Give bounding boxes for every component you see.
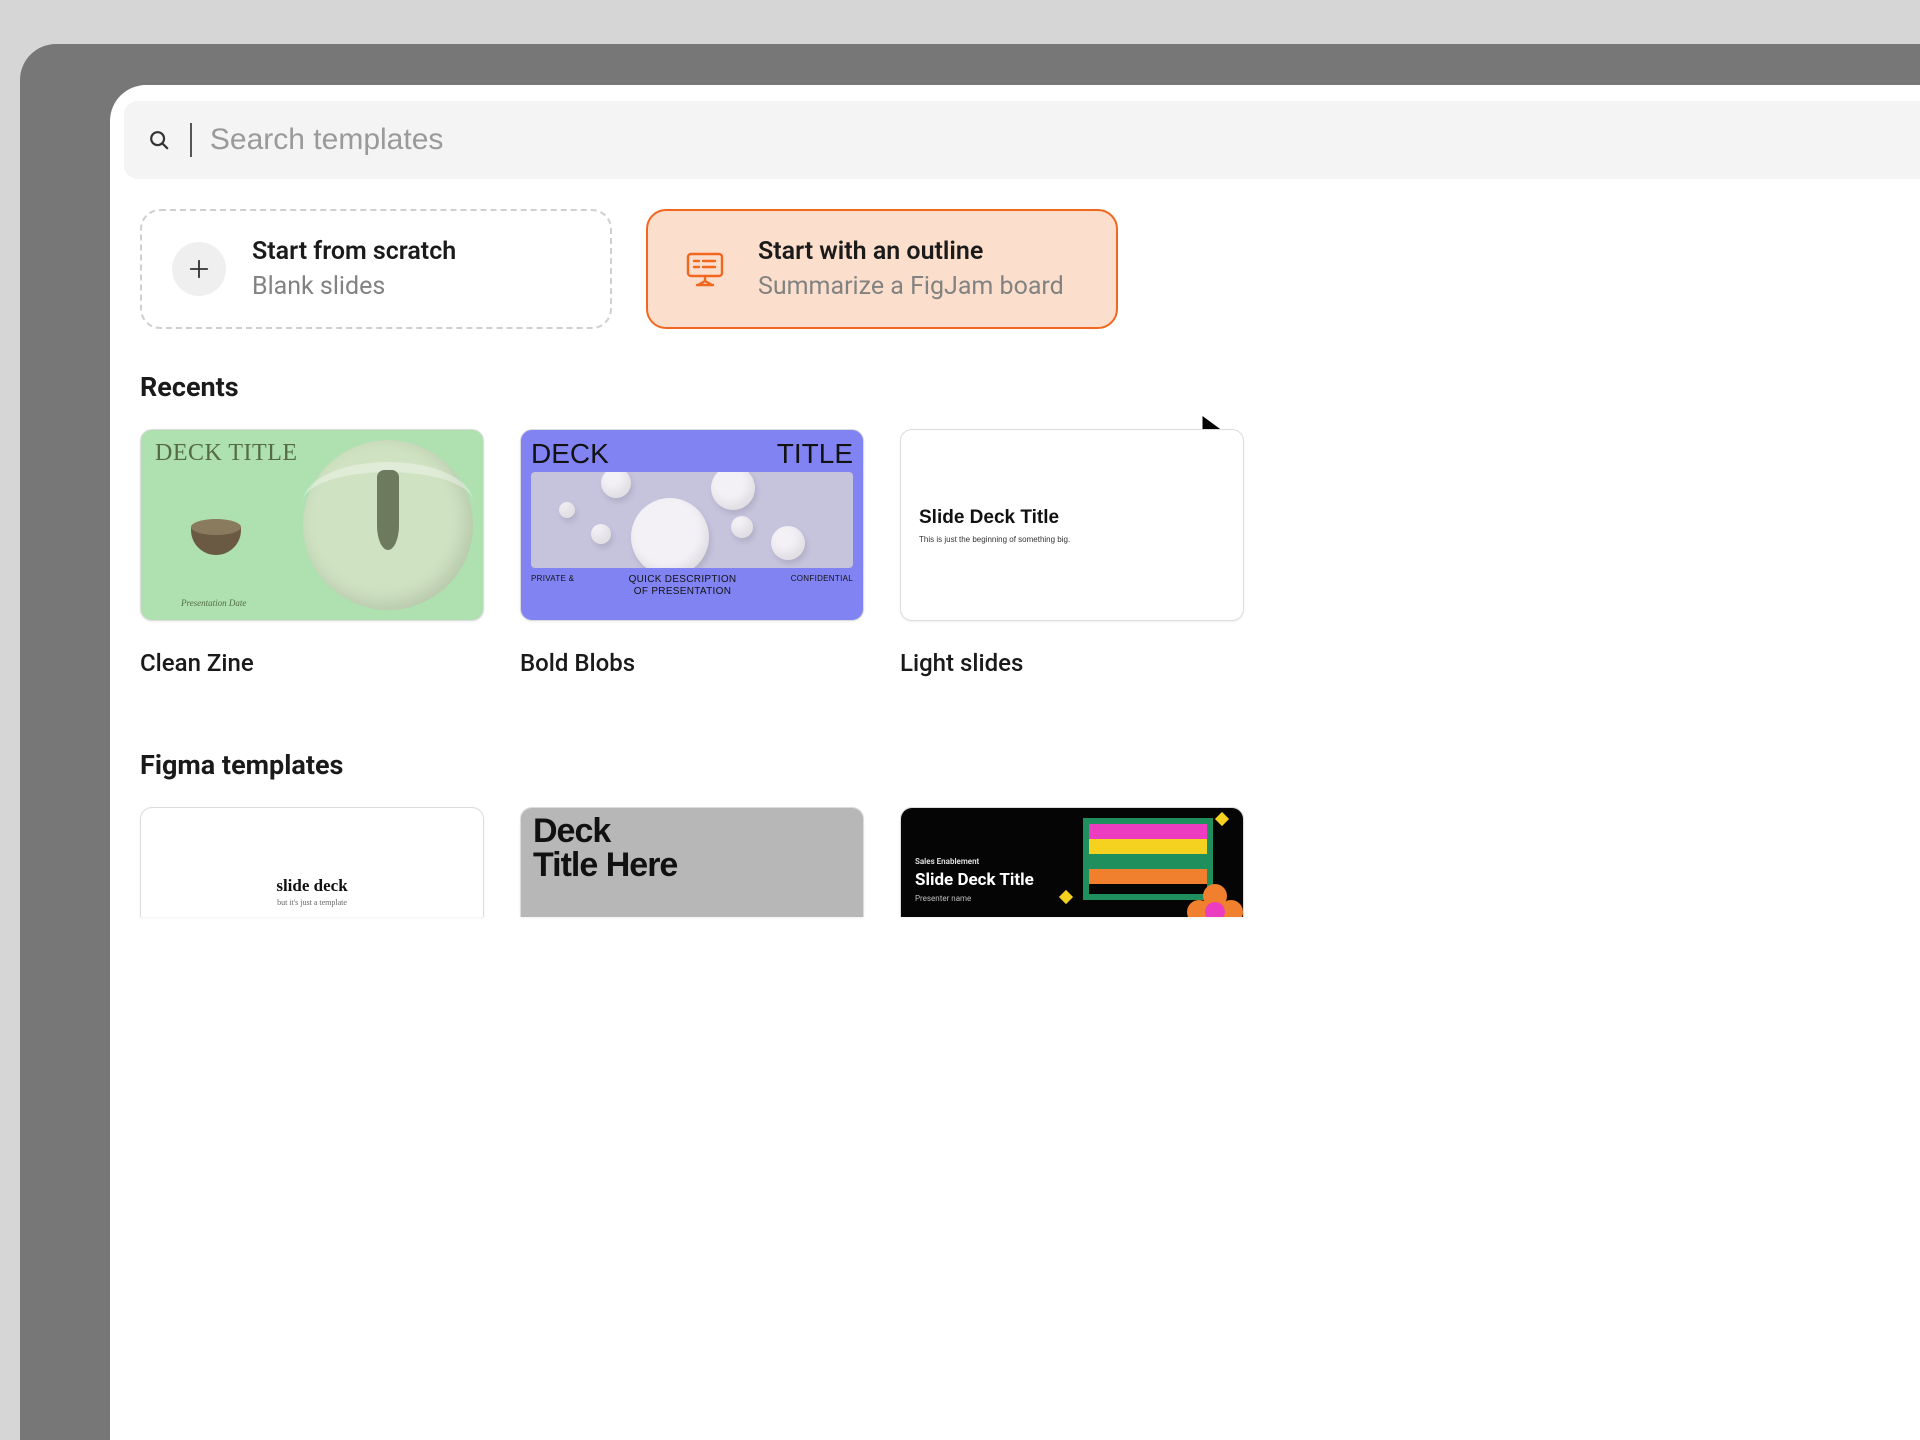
thumb-text: CONFIDENTIAL (791, 574, 853, 583)
thumb-title: Deck Title Here (533, 814, 851, 882)
start-scratch-subtitle: Blank slides (252, 272, 456, 301)
thumb-graphic (191, 527, 241, 555)
template-picker-modal: Start from scratch Blank slides (110, 85, 1920, 1440)
template-name: Clean Zine (140, 649, 484, 677)
thumbnail: Slide Deck Title This is just the beginn… (900, 429, 1244, 621)
thumbnail: Deck Title Here (520, 807, 864, 917)
figma-templates-heading: Figma templates (140, 749, 1920, 781)
starter-row: Start from scratch Blank slides (140, 209, 1920, 329)
start-outline-subtitle: Summarize a FigJam board (758, 272, 1064, 301)
thumb-title: DECK TITLE (155, 440, 298, 467)
template-slide-deck-serif[interactable]: slide deck but it's just a template (140, 807, 484, 917)
thumb-presenter: Presenter name (915, 894, 1034, 903)
thumbnail: Sales Enablement Slide Deck Title Presen… (900, 807, 1244, 917)
thumbnail: DECK TITLE Presentation Date (140, 429, 484, 621)
recents-heading: Recents (140, 371, 1920, 403)
presentation-icon-wrap (678, 242, 732, 296)
start-scratch-title: Start from scratch (252, 237, 456, 266)
thumb-text: TITLE (777, 438, 853, 470)
thumb-title: Slide Deck Title (915, 870, 1034, 890)
thumb-eyebrow: Sales Enablement (915, 857, 1034, 866)
search-icon (148, 129, 170, 151)
presentation-icon (685, 251, 725, 287)
template-sales-enablement[interactable]: Sales Enablement Slide Deck Title Presen… (900, 807, 1244, 917)
search-bar[interactable] (124, 101, 1920, 179)
template-name: Bold Blobs (520, 649, 864, 677)
thumb-text: QUICK DESCRIPTION OF PRESENTATION (629, 574, 737, 597)
plus-icon (188, 258, 210, 280)
thumb-graphic (303, 440, 473, 610)
thumb-subtitle: This is just the beginning of something … (919, 535, 1243, 544)
text-caret (190, 123, 192, 157)
template-bold-blobs[interactable]: DECK TITLE PRIVATE & QUICK DESCRIPTION O… (520, 429, 864, 677)
template-name: Light slides (900, 649, 1244, 677)
template-clean-zine[interactable]: DECK TITLE Presentation Date Clean Zine (140, 429, 484, 677)
template-deck-title-here[interactable]: Deck Title Here (520, 807, 864, 917)
template-light-slides[interactable]: Slide Deck Title This is just the beginn… (900, 429, 1244, 677)
thumb-title: Slide Deck Title (919, 507, 1243, 529)
plus-icon-wrap (172, 242, 226, 296)
thumb-text: DECK (531, 438, 609, 470)
figma-templates-row: slide deck but it's just a template Deck… (140, 807, 1920, 917)
search-input[interactable] (210, 123, 1896, 157)
thumb-subtitle: but it's just a template (277, 898, 347, 907)
thumb-date: Presentation Date (181, 598, 246, 608)
start-from-scratch-card[interactable]: Start from scratch Blank slides (140, 209, 612, 329)
thumb-graphic (531, 472, 853, 568)
thumb-text: PRIVATE & (531, 574, 574, 583)
start-outline-title: Start with an outline (758, 237, 1064, 266)
thumb-graphic (1047, 814, 1237, 917)
thumbnail: slide deck but it's just a template (140, 807, 484, 917)
thumbnail: DECK TITLE PRIVATE & QUICK DESCRIPTION O… (520, 429, 864, 621)
thumb-title: slide deck (276, 876, 347, 896)
recents-row: DECK TITLE Presentation Date Clean Zine … (140, 429, 1920, 677)
start-with-outline-card[interactable]: Start with an outline Summarize a FigJam… (646, 209, 1118, 329)
